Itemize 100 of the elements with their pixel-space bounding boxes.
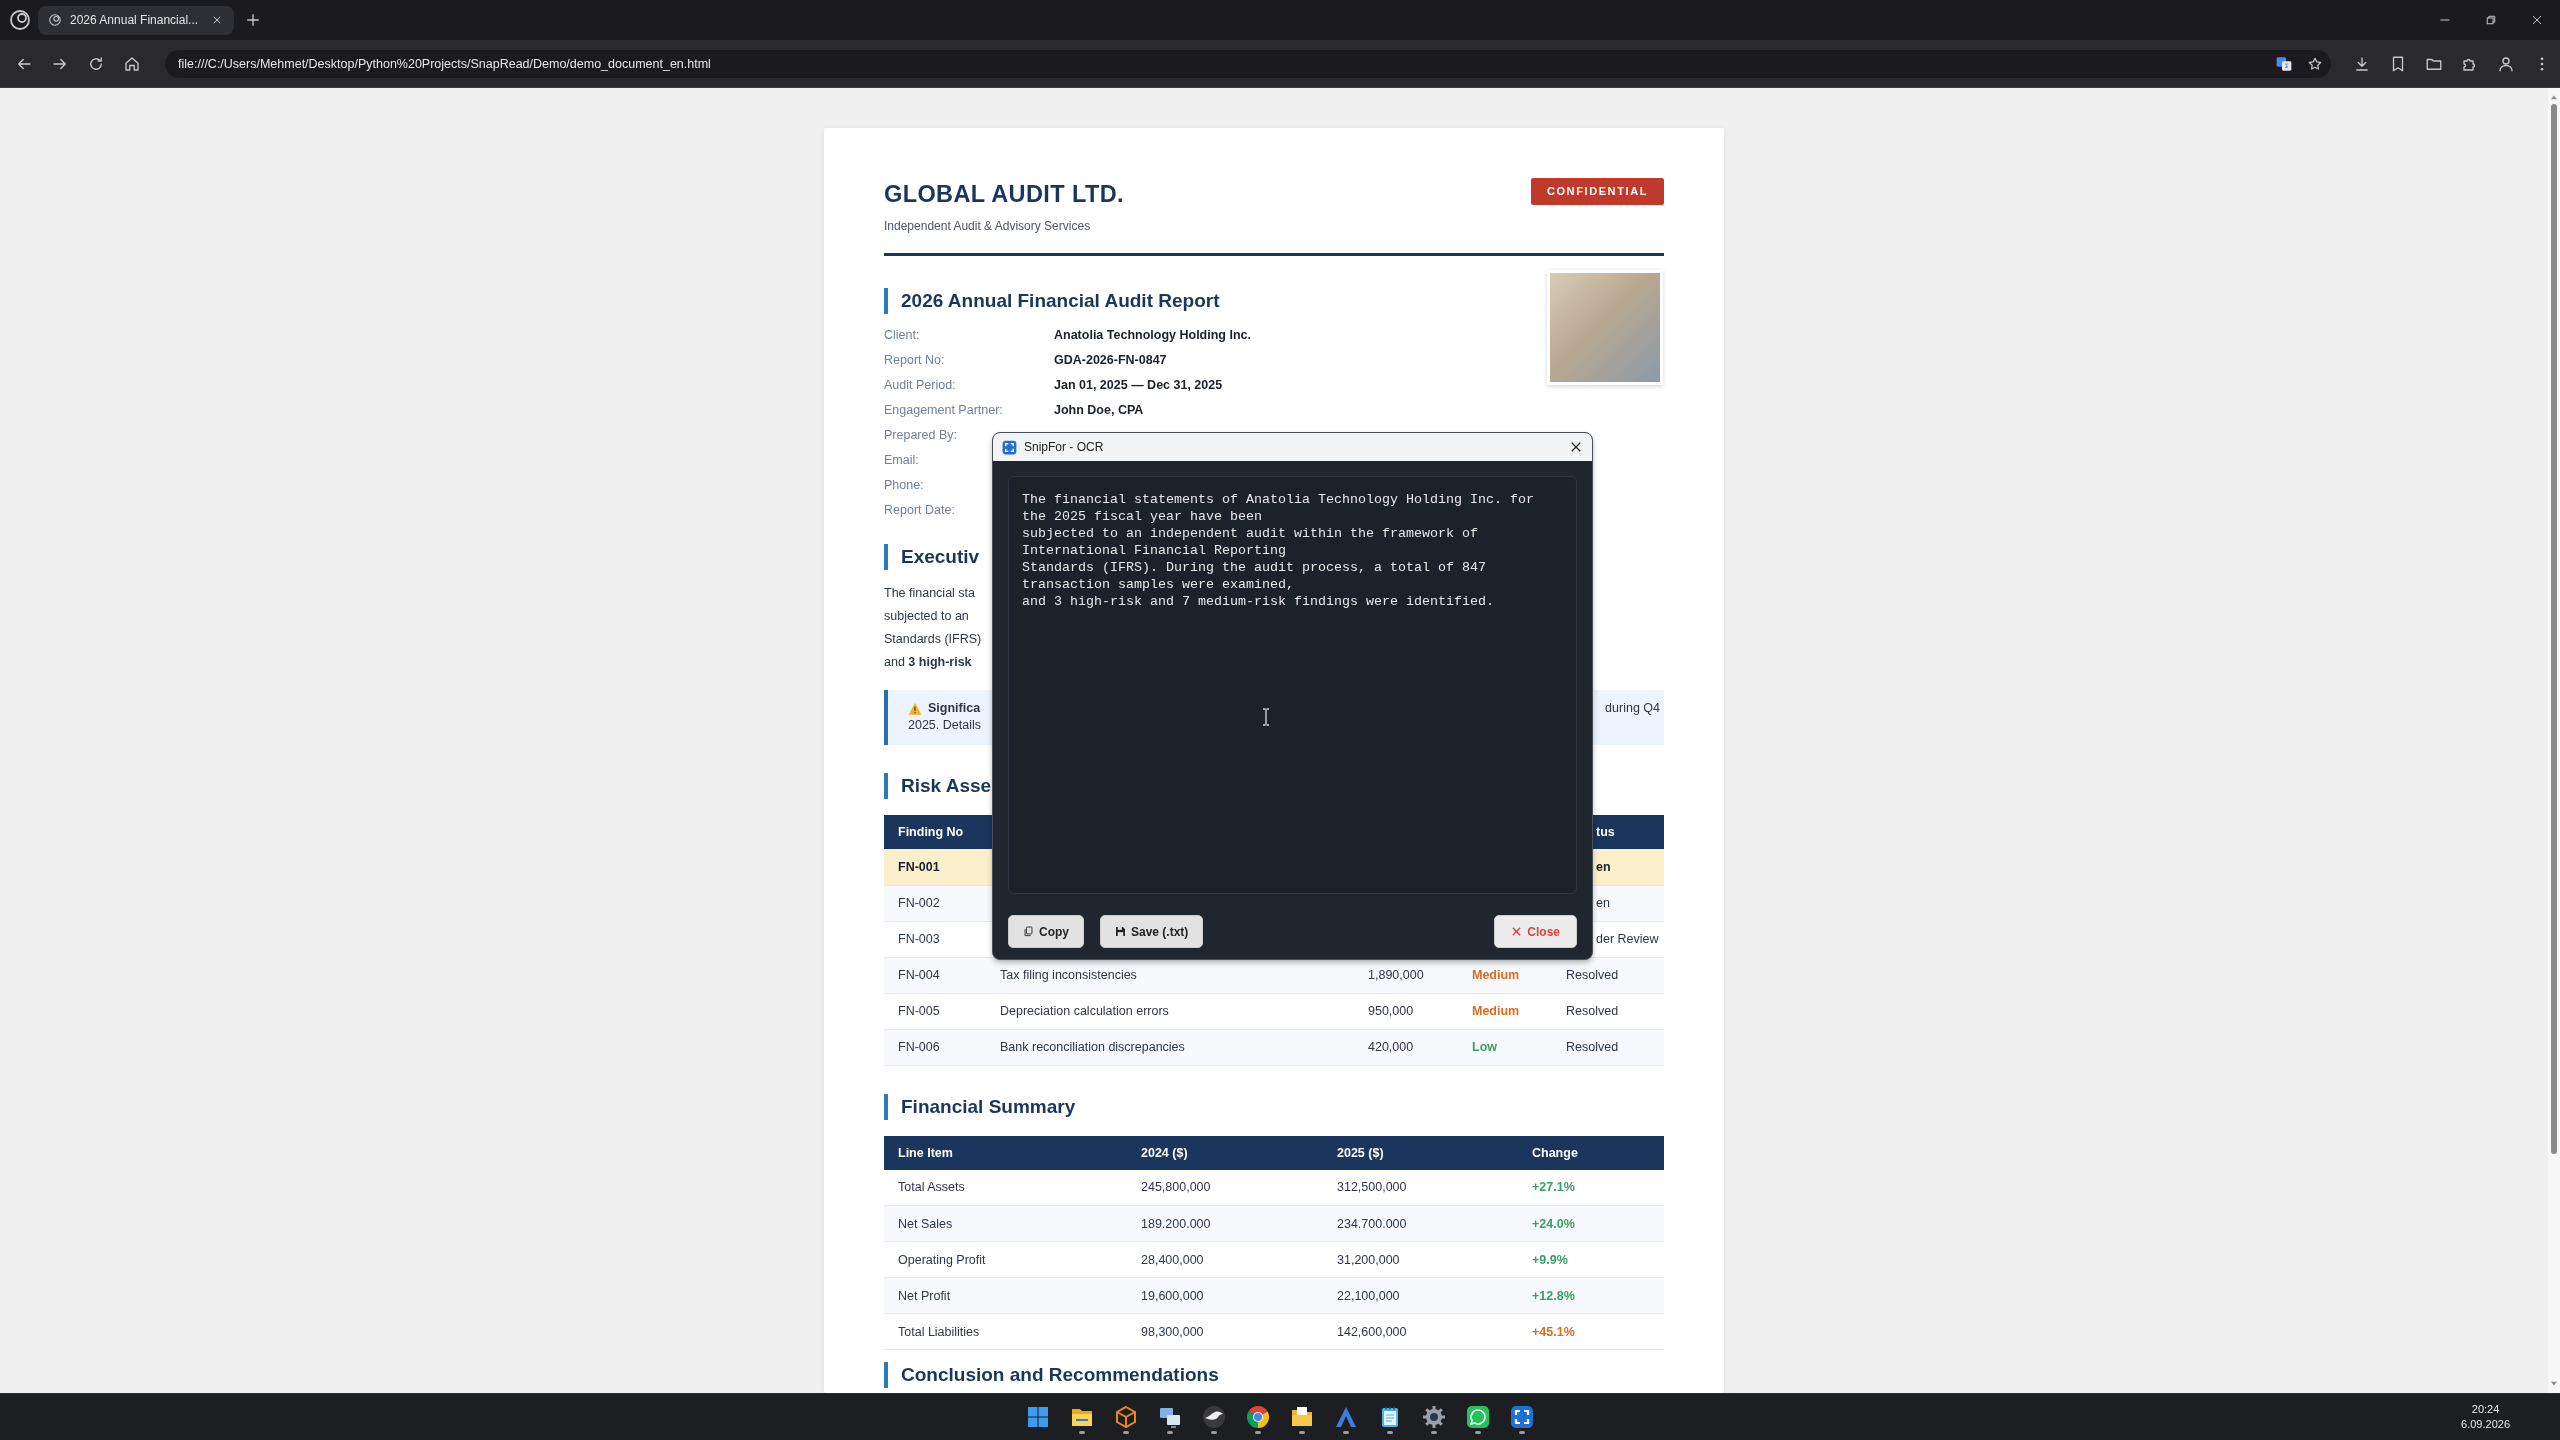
- section-title: 2026 Annual Financial Audit Report: [884, 288, 1220, 314]
- close-button[interactable]: Close: [1494, 915, 1577, 948]
- risk-level: Low: [1458, 1029, 1552, 1065]
- reload-icon[interactable]: [87, 54, 105, 73]
- scroll-up-icon[interactable]: [2550, 94, 2558, 100]
- bird-icon[interactable]: [1202, 1405, 1226, 1429]
- browser-icon[interactable]: [1246, 1405, 1270, 1429]
- change-value: +24.0%: [1518, 1205, 1664, 1242]
- star-icon[interactable]: [2307, 55, 2323, 72]
- chat-bubble-icon[interactable]: [1466, 1405, 1490, 1429]
- crop-frame-icon[interactable]: [1510, 1405, 1534, 1429]
- detail-value: John Doe, CPA: [1054, 402, 1144, 417]
- alert-text: 2025. Details: [908, 717, 981, 734]
- clock-date[interactable]: 6.09.2026: [2461, 1417, 2510, 1432]
- computers-icon[interactable]: [1158, 1405, 1182, 1429]
- detail-label: Prepared By:: [884, 427, 957, 442]
- scroll-down-icon[interactable]: [2550, 1381, 2558, 1387]
- close-icon[interactable]: [1570, 441, 1582, 453]
- table-cell: der Review: [1596, 932, 1659, 946]
- change-value: +9.9%: [1518, 1241, 1664, 1278]
- table-cell: 22,100,000: [1323, 1277, 1518, 1314]
- close-icon: [1511, 926, 1523, 937]
- detail-value: GDA-2026-FN-0847: [1054, 352, 1167, 367]
- restore-icon[interactable]: [2486, 15, 2496, 25]
- alert-title: Significa: [928, 700, 981, 717]
- save-button[interactable]: Save (.txt): [1100, 915, 1204, 948]
- table-cell: FN-001: [884, 849, 986, 885]
- table-cell: FN-005: [884, 993, 986, 1029]
- change-value: +45.1%: [1518, 1313, 1664, 1350]
- company-name: GLOBAL AUDIT LTD.: [884, 180, 1125, 209]
- ocr-text-area[interactable]: The financial statements of Anatolia Technology Holding Inc. for the 2025 fiscal year have been subjected to an independent audit within the framework of International Financial Reporting Standards (IFRS). During the audit process, a total of 847 transaction samples were examined, and 3 high-risk and 7 medium-risk findings were identified.: [1008, 476, 1577, 894]
- detail-label: Report No:: [884, 352, 945, 367]
- folder-document-icon[interactable]: [1290, 1405, 1314, 1429]
- table-cell: en: [1596, 859, 1611, 874]
- triangle-logo-icon[interactable]: [1334, 1405, 1358, 1429]
- section-title: Executiv: [884, 544, 980, 570]
- company-tagline: Independent Audit & Advisory Services: [884, 218, 1091, 234]
- table-cell: 142,600,000: [1323, 1313, 1518, 1350]
- detail-label: Report Date:: [884, 502, 955, 517]
- change-value: +27.1%: [1518, 1169, 1664, 1206]
- table-cell: 950,000: [1354, 993, 1458, 1029]
- copy-icon: [1023, 926, 1034, 937]
- detail-label: Client:: [884, 327, 920, 342]
- table-cell: Net Sales: [884, 1205, 1127, 1242]
- column-header: Finding No: [884, 815, 986, 849]
- table-cell: en: [1596, 896, 1610, 910]
- alert-text: during Q4: [1605, 700, 1660, 717]
- table-cell: Depreciation calculation errors: [986, 993, 1354, 1029]
- table-cell: 420,000: [1354, 1029, 1458, 1065]
- table-cell: FN-003: [884, 921, 986, 957]
- text-cursor-icon: [1261, 708, 1271, 726]
- confidential-badge: CONFIDENTIAL: [1530, 178, 1664, 205]
- detail-label: Phone:: [884, 477, 924, 492]
- table-cell: 19,600,000: [1127, 1277, 1323, 1314]
- detail-label: Email:: [884, 452, 919, 467]
- table-cell: 234.700.000: [1323, 1205, 1518, 1242]
- detail-value: Anatolia Technology Holding Inc.: [1054, 327, 1251, 342]
- browser-logo-icon[interactable]: [8, 8, 32, 32]
- table-cell: 189.200.000: [1127, 1205, 1323, 1242]
- table-cell: 31,200,000: [1323, 1241, 1518, 1278]
- table-cell: 98,300,000: [1127, 1313, 1323, 1350]
- table-cell: Bank reconciliation discrepancies: [986, 1029, 1354, 1065]
- favicon-icon: [48, 13, 62, 27]
- section-title: Financial Summary: [884, 1093, 1076, 1120]
- table-cell: FN-002: [884, 885, 986, 921]
- clock-time[interactable]: 20:24: [2471, 1402, 2500, 1417]
- plus-icon[interactable]: [244, 11, 262, 29]
- column-header: 2024 ($): [1127, 1135, 1323, 1170]
- translate-icon[interactable]: [2276, 55, 2292, 72]
- table-cell: 245,800,000: [1127, 1169, 1323, 1206]
- profile-icon[interactable]: [2497, 54, 2515, 73]
- section-title: Conclusion and Recommendations: [884, 1362, 1219, 1388]
- settings-icon[interactable]: [1422, 1405, 1446, 1429]
- copy-button[interactable]: Copy: [1008, 915, 1084, 948]
- column-header: 2025 ($): [1323, 1135, 1518, 1170]
- table-cell: 312,500,000: [1323, 1169, 1518, 1206]
- table-cell: Total Assets: [884, 1169, 1127, 1206]
- column-header: tus: [1596, 825, 1615, 839]
- download-icon[interactable]: [2353, 54, 2371, 73]
- cube-icon[interactable]: [1114, 1405, 1138, 1429]
- window-title: SnipFor - OCR: [1024, 440, 1104, 454]
- table-cell: Total Liabilities: [884, 1313, 1127, 1350]
- table-cell: Operating Profit: [884, 1241, 1127, 1278]
- table-cell: FN-006: [884, 1029, 986, 1065]
- detail-value: Jan 01, 2025 — Dec 31, 2025: [1054, 377, 1223, 392]
- change-value: +12.8%: [1518, 1277, 1664, 1314]
- detail-label: Engagement Partner:: [884, 402, 1003, 417]
- scrollbar-thumb[interactable]: [2551, 104, 2557, 1154]
- crop-frame-icon: [1002, 439, 1017, 455]
- column-header: Change: [1518, 1135, 1664, 1170]
- table-cell: Resolved: [1552, 1029, 1664, 1065]
- risk-level: Medium: [1458, 993, 1552, 1029]
- browser-tab[interactable]: 2026 Annual Financial...: [38, 5, 234, 35]
- address-field[interactable]: file:///C:/Users/Mehmet/Desktop/Python%20Projects/SnapRead/Demo/demo_document_en.html: [165, 49, 2331, 78]
- summary-paragraph: The financial sta subjected to an Standards (IFRS) and 3 high-risk: [884, 585, 982, 671]
- warning-icon: [908, 701, 922, 716]
- detail-label: Audit Period:: [884, 377, 956, 392]
- table-cell: Net Profit: [884, 1277, 1127, 1314]
- scrollbar[interactable]: [2548, 88, 2560, 1393]
- four-squares-icon[interactable]: [1026, 1405, 1050, 1429]
